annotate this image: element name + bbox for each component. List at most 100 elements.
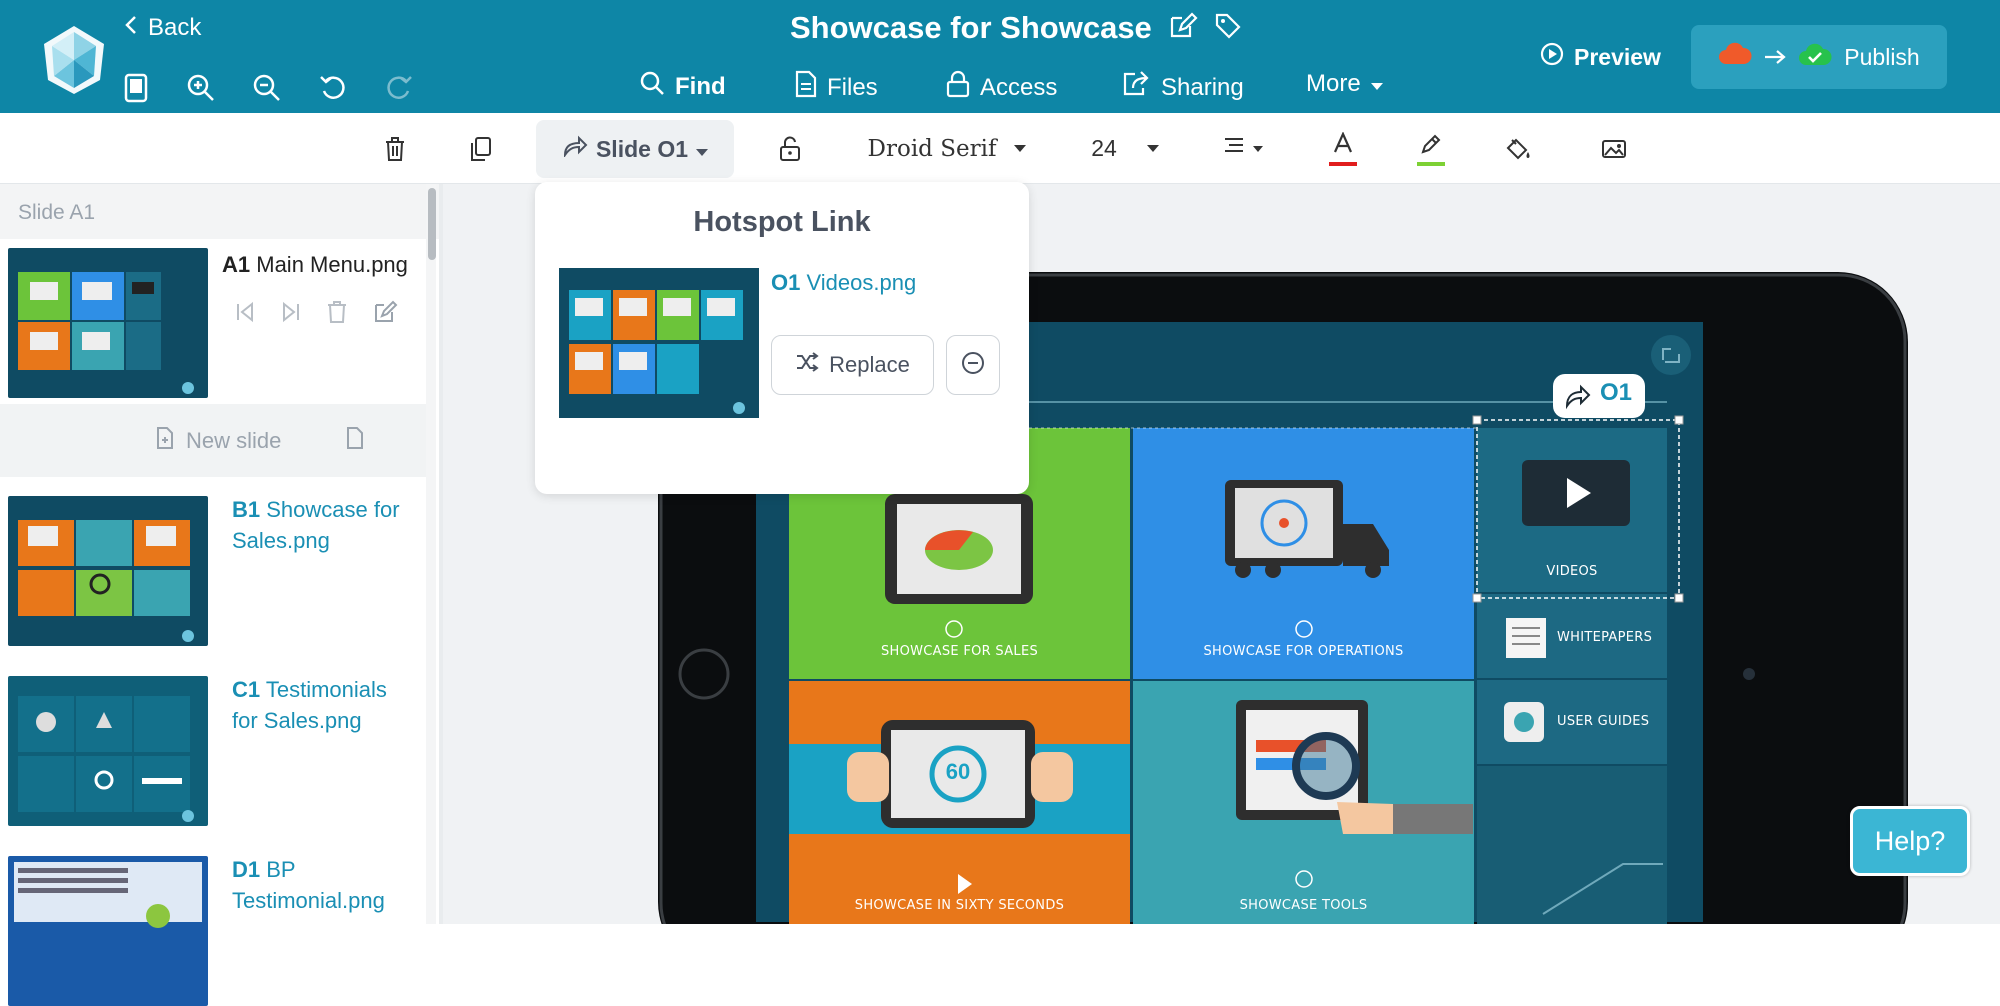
slide-thumbnail-d1	[8, 856, 208, 1006]
edit-title-icon[interactable]	[1168, 11, 1198, 45]
caret-down-icon	[1014, 140, 1027, 158]
new-file-icon	[156, 426, 174, 456]
new-slide-label: New slide	[186, 427, 282, 453]
highlighter-icon	[1419, 132, 1443, 159]
chevron-left-icon	[124, 14, 138, 42]
nav-files[interactable]: Files	[795, 70, 878, 105]
hotspot-tag-label[interactable]: O1	[1600, 379, 1632, 407]
search-icon	[639, 70, 665, 103]
current-slide-item[interactable]: A1 Main Menu.png	[8, 248, 408, 398]
text-color-button[interactable]	[1326, 113, 1360, 184]
tile-label-whitepapers[interactable]: WHITEPAPERS	[1557, 630, 1667, 645]
zoom-in-icon[interactable]	[183, 70, 219, 106]
check-cloud-icon	[1798, 41, 1832, 73]
popup-target-thumbnail[interactable]	[559, 268, 759, 418]
duplicate-icon[interactable]	[464, 113, 498, 184]
slide-name-b1: Showcase for	[266, 497, 400, 522]
image-icon[interactable]	[1596, 113, 1632, 184]
nav-files-label: Files	[827, 73, 878, 101]
nav-more[interactable]: More	[1306, 70, 1383, 98]
caret-down-icon	[696, 136, 709, 163]
tablet-view-icon[interactable]	[118, 70, 154, 106]
slide-name2-d1: Testimonial.png	[232, 888, 385, 913]
new-slide-row: New slide	[0, 404, 426, 477]
align-icon	[1223, 136, 1245, 161]
preview-button[interactable]: Preview	[1540, 42, 1661, 72]
slide-link-label: Slide O1	[595, 135, 689, 162]
nav-find-label: Find	[675, 72, 726, 100]
slide-item-c1[interactable]: C1 Testimonials for Sales.png	[8, 676, 387, 826]
slide-thumbnail-c1	[8, 676, 208, 826]
nav-access-label: Access	[980, 73, 1058, 101]
tile-label-sixty-seconds[interactable]: SHOWCASE IN SIXTY SECONDS	[789, 898, 1130, 913]
tile-label-user-guides[interactable]: USER GUIDES	[1557, 714, 1667, 729]
font-size-select[interactable]: 24	[1080, 113, 1170, 184]
play-circle-icon	[1540, 42, 1564, 72]
replace-button[interactable]: Replace	[771, 335, 934, 395]
format-toolbar: Droid Serif 24	[0, 113, 2000, 184]
publish-button[interactable]: Publish	[1691, 25, 1947, 89]
tile-label-tools[interactable]: SHOWCASE TOOLS	[1133, 898, 1474, 913]
remove-link-button[interactable]	[946, 335, 1000, 395]
undo-icon[interactable]	[315, 70, 351, 106]
highlight-button[interactable]	[1414, 113, 1448, 184]
title-row: Showcase for Showcase	[790, 10, 1242, 46]
cloud-icon	[1718, 42, 1752, 72]
trash-icon[interactable]	[378, 113, 412, 184]
text-color-icon	[1330, 130, 1356, 159]
tag-icon[interactable]	[1214, 12, 1242, 45]
nav-more-label: More	[1306, 70, 1361, 97]
popup-target-link[interactable]: O1 Videos.png	[771, 270, 916, 296]
nav-sharing[interactable]: Sharing	[1121, 70, 1244, 105]
slide-item-d1[interactable]: D1 BP Testimonial.png	[8, 856, 385, 1006]
sixty-badge: 60	[945, 759, 971, 784]
tile-label-operations[interactable]: SHOWCASE FOR OPERATIONS	[1133, 644, 1474, 659]
lock-icon	[946, 70, 970, 105]
sidebar-scrollbar[interactable]	[426, 184, 436, 924]
sidebar-header: Slide A1	[0, 184, 441, 239]
move-first-icon[interactable]	[234, 300, 256, 329]
highlight-swatch	[1417, 161, 1445, 166]
app-logo-icon	[44, 26, 104, 94]
delete-slide-icon[interactable]	[326, 300, 348, 329]
nav-find[interactable]: Find	[639, 70, 726, 103]
nav-access[interactable]: Access	[946, 70, 1057, 105]
back-label: Back	[148, 14, 202, 41]
tile-label-sales[interactable]: SHOWCASE FOR SALES	[789, 644, 1130, 659]
current-slide-name: Main Menu.png	[256, 252, 408, 277]
font-family-select[interactable]: Droid Serif	[862, 113, 1032, 184]
slide-name2-c1: for Sales.png	[232, 708, 362, 733]
tile-label-videos[interactable]: VIDEOS	[1477, 564, 1667, 579]
redo-icon[interactable]	[381, 70, 417, 106]
share-icon	[1121, 70, 1151, 105]
slide-name-c1: Testimonials	[265, 677, 387, 702]
popup-target-code: O1	[771, 270, 801, 295]
new-slide-button[interactable]: New slide	[156, 426, 281, 456]
help-button[interactable]: Help?	[1850, 806, 1970, 876]
popup-target-name: Videos.png	[806, 270, 917, 295]
move-last-icon[interactable]	[280, 300, 302, 329]
slide-link-button[interactable]: Slide O1	[536, 120, 734, 178]
slide-code-d1: D1	[232, 857, 261, 882]
slide-code-c1: C1	[232, 677, 261, 702]
slide-code-b1: B1	[232, 497, 261, 522]
preview-label: Preview	[1574, 43, 1661, 70]
slide-name-d1: BP	[266, 857, 296, 882]
share-arrow-icon	[562, 135, 588, 163]
hotspot-link-popup: Hotspot Link O1 Videos.png Replace	[535, 182, 1029, 494]
back-button[interactable]: Back	[124, 14, 201, 42]
blank-file-icon[interactable]	[346, 426, 364, 455]
unlock-icon[interactable]	[773, 113, 807, 184]
sidebar-scroll-thumb[interactable]	[428, 188, 436, 260]
zoom-out-icon[interactable]	[249, 70, 285, 106]
fill-bucket-icon[interactable]	[1500, 113, 1536, 184]
arrow-right-icon	[1764, 44, 1786, 71]
slide-item-b1[interactable]: B1 Showcase for Sales.png	[8, 496, 400, 646]
caret-down-icon	[1370, 70, 1383, 98]
current-slide-code: A1	[222, 252, 251, 277]
slide-name2-b1: Sales.png	[232, 528, 330, 553]
shuffle-icon	[795, 351, 819, 379]
align-select[interactable]	[1218, 113, 1268, 184]
font-family-value: Droid Serif	[867, 135, 997, 162]
edit-slide-icon[interactable]	[372, 300, 398, 329]
